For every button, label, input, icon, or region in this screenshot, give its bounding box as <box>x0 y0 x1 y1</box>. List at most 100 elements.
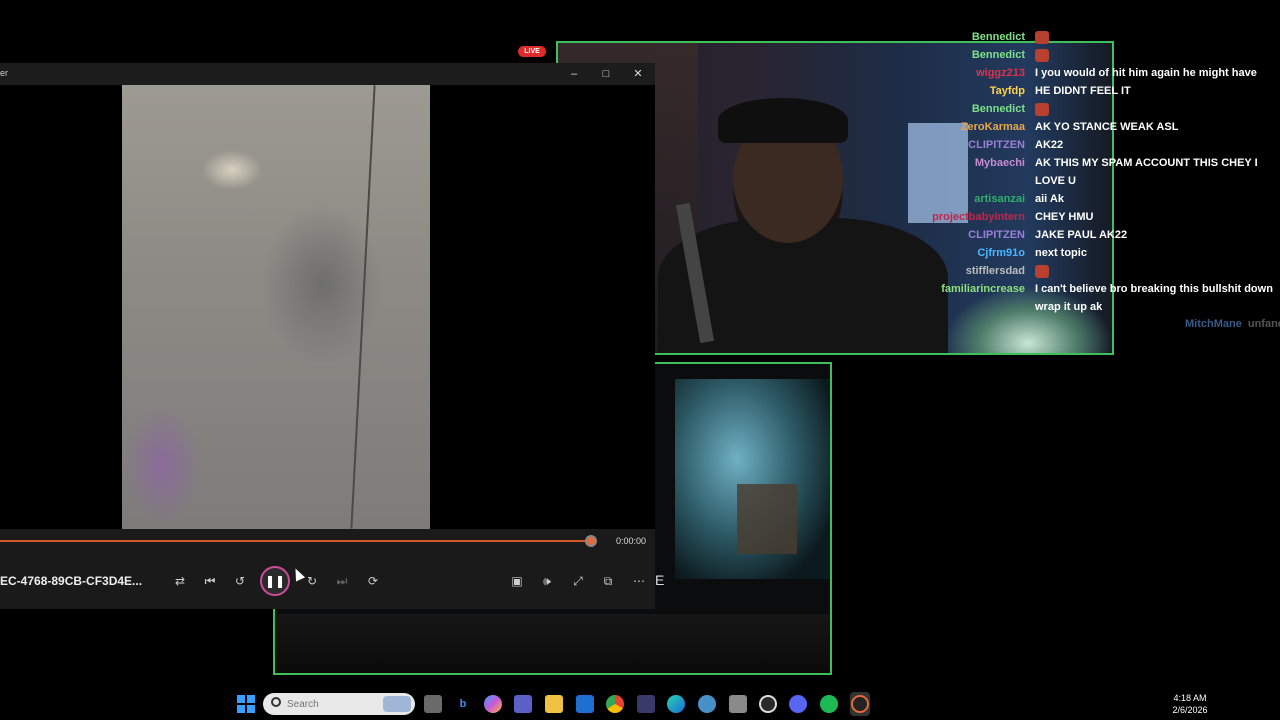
chat-line: stifflersdad <box>900 262 1270 280</box>
next-icon[interactable]: ⏭ <box>332 571 352 591</box>
chat-message: AK YO STANCE WEAK ASL <box>1035 121 1179 133</box>
pause-button[interactable]: ❚❚ <box>260 566 290 596</box>
seek-thumb[interactable] <box>585 535 597 547</box>
chat-username[interactable]: Cjfrm91o <box>977 244 1025 262</box>
chat-username[interactable]: Bennedict <box>972 28 1025 46</box>
seek-bar[interactable] <box>0 540 595 542</box>
chat-message: JAKE PAUL AK22 <box>1035 229 1128 241</box>
chat-line: Bennedict <box>900 100 1270 118</box>
bing-icon[interactable]: b <box>454 695 472 713</box>
clock-date: 2/6/2026 <box>1172 705 1208 715</box>
room-floor <box>275 614 830 673</box>
chat-line: Cjfrm91o next topic <box>900 244 1270 262</box>
media-player-icon[interactable] <box>851 695 869 713</box>
outlook-icon[interactable] <box>576 695 594 713</box>
copilot-icon[interactable] <box>484 695 502 713</box>
chat-faded-line: MitchMane unfanc <box>1185 318 1280 330</box>
chat-username[interactable]: Bennedict <box>972 46 1025 64</box>
more-options-icon[interactable]: ⋯ <box>629 571 649 591</box>
system-clock[interactable]: 4:18 AM 2/6/2026 <box>1160 692 1220 716</box>
chat-message: I you would of hit him again he might ha… <box>1035 67 1257 79</box>
chat-message: HE DIDNT FEEL IT <box>1035 85 1131 97</box>
chat-line: projectbabyintern CHEY HMU <box>900 208 1270 226</box>
chat-line: Bennedict <box>900 28 1270 46</box>
window-title: er <box>0 68 9 78</box>
chat-username[interactable]: artisanzai <box>974 190 1025 208</box>
media-player-window: er – □ ✕ 0:00:00 EC-4768-89CB-CF3D4E... … <box>0 63 655 609</box>
teams-icon[interactable] <box>514 695 532 713</box>
chat-message: CHEY HMU <box>1035 211 1094 223</box>
live-badge: LIVE <box>518 46 546 57</box>
chat-faded-message: unfanc <box>1247 318 1280 330</box>
search-icon <box>271 697 281 707</box>
chat-username[interactable]: Mybaechi <box>975 154 1025 172</box>
chat-username[interactable]: ZeroKarmaa <box>961 118 1025 136</box>
chat-line: artisanzai aii Ak <box>900 190 1270 208</box>
chat-line: wiggz213 I you would of hit him again he … <box>900 64 1270 82</box>
shuffle-icon[interactable]: ⇄ <box>170 571 190 591</box>
chat-message <box>1035 28 1049 46</box>
store-icon[interactable] <box>637 695 655 713</box>
taskbar-search[interactable] <box>263 693 415 715</box>
chat-line: Tayfdp HE DIDNT FEEL IT <box>900 82 1270 100</box>
video-crack-detail <box>350 85 376 529</box>
background-box <box>737 484 797 554</box>
time-display: 0:00:00 <box>616 536 647 546</box>
chat-username[interactable]: wiggz213 <box>976 64 1025 82</box>
taskbar: b 4:18 AM 2/6/2026 <box>0 688 1280 720</box>
chat-line: LOVE U <box>900 172 1270 190</box>
streamer-hat <box>718 98 848 143</box>
file-name: EC-4768-89CB-CF3D4E... <box>0 574 143 588</box>
chat-username[interactable]: CLIPITZEN <box>968 136 1025 154</box>
chat-message: next topic <box>1035 247 1087 259</box>
network-app-icon[interactable] <box>698 695 716 713</box>
chat-message: I can't believe bro breaking this bullsh… <box>1035 283 1273 295</box>
close-icon[interactable]: ✕ <box>626 65 650 83</box>
chat-username[interactable]: stifflersdad <box>966 262 1025 280</box>
chat-username[interactable]: Bennedict <box>972 100 1025 118</box>
chat-username[interactable]: CLIPITZEN <box>968 226 1025 244</box>
previous-icon[interactable]: ⏮ <box>200 571 220 591</box>
windows-start-icon[interactable] <box>237 695 255 713</box>
calculator-icon[interactable] <box>729 695 747 713</box>
forward-30-icon[interactable]: ↻ <box>302 571 322 591</box>
chat-username[interactable]: projectbabyintern <box>932 208 1025 226</box>
chat-username[interactable]: familiarincrease <box>941 280 1025 298</box>
chat-emote-icon <box>1035 102 1049 116</box>
chat-faded-name: MitchMane <box>1185 318 1242 330</box>
repeat-off-icon[interactable]: ⟳ <box>363 571 383 591</box>
edge-icon[interactable] <box>667 695 685 713</box>
spotify-icon[interactable] <box>820 695 838 713</box>
obs-icon[interactable] <box>759 695 777 713</box>
volume-icon[interactable]: 🕪 <box>537 571 557 591</box>
chat-line: Bennedict <box>900 46 1270 64</box>
chat-message: aii Ak <box>1035 193 1064 205</box>
maximize-icon[interactable]: □ <box>594 65 618 83</box>
fullscreen-icon[interactable]: ⤢ <box>568 571 588 591</box>
chat-line: familiarincrease I can't believe bro brea… <box>900 280 1273 298</box>
player-titlebar[interactable]: er – □ ✕ <box>0 63 655 85</box>
miniplayer-icon[interactable]: ⧉ <box>598 571 618 591</box>
chat-username[interactable]: Tayfdp <box>990 82 1025 100</box>
video-frame[interactable] <box>122 85 430 529</box>
chat-emote-icon <box>1035 264 1049 278</box>
search-input[interactable] <box>287 696 377 712</box>
minimize-icon[interactable]: – <box>562 65 586 83</box>
chat-line: CLIPITZEN JAKE PAUL AK22 <box>900 226 1270 244</box>
chat-message: LOVE U <box>1035 175 1076 187</box>
chrome-icon[interactable] <box>606 695 624 713</box>
search-highlight-icon <box>383 696 411 712</box>
captions-icon[interactable]: ▣ <box>507 571 527 591</box>
chat-message <box>1035 262 1049 280</box>
chat-line: wrap it up ak <box>900 298 1270 316</box>
chat-line: CLIPITZEN AK22 <box>900 136 1270 154</box>
overlay-letter: E <box>655 572 665 588</box>
chat-message <box>1035 100 1049 118</box>
task-view-icon[interactable] <box>424 695 442 713</box>
chat-emote-icon <box>1035 48 1049 62</box>
discord-icon[interactable] <box>789 695 807 713</box>
chat-line: ZeroKarmaa AK YO STANCE WEAK ASL <box>900 118 1270 136</box>
rewind-10-icon[interactable]: ↺ <box>230 571 250 591</box>
file-explorer-icon[interactable] <box>545 695 563 713</box>
playback-controls: 0:00:00 EC-4768-89CB-CF3D4E... ⇄ ⏮ ↺ ❚❚ … <box>0 529 655 609</box>
